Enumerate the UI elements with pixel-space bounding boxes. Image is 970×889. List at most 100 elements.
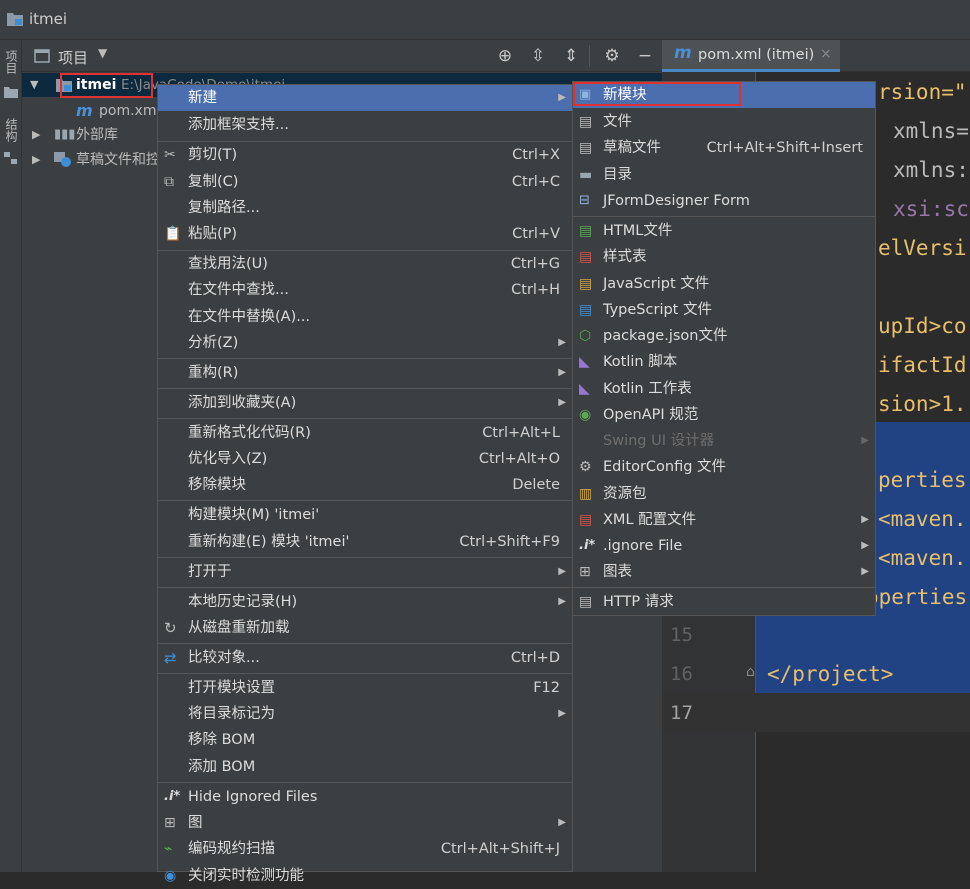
menu-item-add-framework[interactable]: 添加框架支持... [158,112,572,138]
menu-item-find-in-files[interactable]: 在文件中查找... Ctrl+H [158,277,572,303]
submenu-item-kotlin-worksheet[interactable]: ◣ Kotlin 工作表 [573,376,875,402]
submenu-item-swing-ui[interactable]: Swing UI 设计器 ▶ [573,428,875,454]
menu-item-copy-path[interactable]: 复制路径... [158,195,572,221]
line-number: 17 [670,702,693,724]
menu-item-refactor[interactable]: 重构(R) ▶ [158,360,572,386]
submenu-item-directory[interactable]: ▬ 目录 [573,162,875,188]
file-icon: ▤ [579,114,593,130]
submenu-item-file[interactable]: ▤ 文件 [573,109,875,135]
scan-icon: ⌁ [164,841,173,857]
menu-item-module-settings[interactable]: 打开模块设置 F12 [158,675,572,701]
crosshair-icon[interactable]: ⊕ [496,47,514,65]
project-folder-icon [7,13,23,26]
menu-item-optimize-imports[interactable]: 优化导入(Z) Ctrl+Alt+O [158,446,572,472]
submenu-item-javascript[interactable]: ▤ JavaScript 文件 [573,271,875,297]
submenu-item-package-json[interactable]: ⬡ package.json文件 [573,323,875,349]
minimize-icon[interactable]: − [636,47,654,65]
menu-item-add-favorites[interactable]: 添加到收藏夹(A) ▶ [158,390,572,416]
code-line: <maven. [878,546,967,570]
menu-item-open-in[interactable]: 打开于 ▶ [158,559,572,585]
menu-item-reload-from-disk[interactable]: ↻ 从磁盘重新加载 [158,615,572,641]
menu-item-remove-bom[interactable]: 移除 BOM [158,727,572,753]
submenu-item-kotlin-script[interactable]: ◣ Kotlin 脚本 [573,349,875,375]
kotlin-icon: ◣ [579,381,590,397]
menu-item-build-module[interactable]: 构建模块(M) 'itmei' [158,502,572,528]
code-line: sion>1. [878,392,967,416]
chevron-right-icon: ▶ [558,596,566,607]
menu-item-copy[interactable]: ⧉ 复制(C) Ctrl+C [158,169,572,195]
panel-title[interactable]: 项目 [58,47,88,68]
code-line: ifactId [878,353,967,377]
chevron-right-icon: ▶ [558,566,566,577]
close-icon[interactable]: × [820,46,832,62]
menu-item-paste[interactable]: 📋 粘贴(P) Ctrl+V [158,221,572,247]
openapi-icon: ◉ [579,407,592,423]
expand-all-icon[interactable]: ⇳ [529,47,547,65]
chevron-right-icon: ▶ [558,397,566,408]
html-file-icon: ▤ [579,223,593,239]
context-menu: 新建 ▶ 添加框架支持... ✂ 剪切(T) Ctrl+X ⧉ 复制(C) Ctrl+C … [157,84,573,884]
diagram-icon: ⊞ [579,564,591,580]
menu-item-cut[interactable]: ✂ 剪切(T) Ctrl+X [158,142,572,168]
chevron-right-icon[interactable]: ▶ [32,123,40,147]
menu-item-find-usages[interactable]: 查找用法(U) Ctrl+G [158,251,572,277]
kotlin-icon: ◣ [579,354,590,370]
menu-item-rebuild-module[interactable]: 重新构建(E) 模块 'itmei' Ctrl+Shift+F9 [158,529,572,555]
chevron-down-icon[interactable]: ▼ [98,46,107,60]
menu-item-local-history[interactable]: 本地历史记录(H) ▶ [158,589,572,615]
maven-icon: m [674,43,692,63]
menu-item-hide-ignored[interactable]: .i* Hide Ignored Files [158,784,572,810]
submenu-item-scratch-file[interactable]: ▤ 草稿文件 Ctrl+Alt+Shift+Insert [573,135,875,161]
submenu-item-html[interactable]: ▤ HTML文件 [573,218,875,244]
submenu-item-xml-config[interactable]: ▤ XML 配置文件 ▶ [573,507,875,533]
tab-project[interactable]: 项目 [2,50,20,74]
tab-structure[interactable]: 结构 [2,118,20,142]
gear-icon[interactable]: ⚙ [603,47,621,65]
paste-icon: 📋 [164,226,182,242]
submenu-item-http-request[interactable]: ▤ HTTP 请求 [573,589,875,615]
submenu-item-diagram[interactable]: ⊞ 图表 ▶ [573,559,875,585]
menu-item-code-scan[interactable]: ⌁ 编码规约扫描 Ctrl+Alt+Shift+J [158,836,572,862]
library-icon: ▮▮▮ [54,127,76,142]
submenu-item-openapi[interactable]: ◉ OpenAPI 规范 [573,402,875,428]
window-title: itmei [29,10,68,28]
submenu-item-editorconfig[interactable]: ⚙ EditorConfig 文件 [573,454,875,480]
chevron-right-icon: ▶ [861,566,869,577]
fold-icon[interactable]: ⌂ [746,664,755,680]
menu-item-analyze[interactable]: 分析(Z) ▶ [158,330,572,356]
submenu-item-jformdesigner[interactable]: ⊟ JFormDesigner Form [573,188,875,214]
gear-icon: ⚙ [579,459,592,475]
reload-icon: ↻ [164,619,177,637]
project-view-icon [34,49,50,63]
line-number: 15 [670,624,693,646]
chevron-down-icon[interactable]: ▼ [30,73,38,97]
chevron-right-icon[interactable]: ▶ [32,148,40,172]
submenu-item-resource-bundle[interactable]: ▥ 资源包 [573,481,875,507]
menu-item-compare-with[interactable]: ⇄ 比较对象... Ctrl+D [158,645,572,671]
menu-item-mark-directory[interactable]: 将目录标记为 ▶ [158,701,572,727]
code-line: xsi:sc [893,197,969,221]
menu-item-reformat[interactable]: 重新格式化代码(R) Ctrl+Alt+L [158,420,572,446]
menu-item-replace-in-files[interactable]: 在文件中替换(A)... [158,304,572,330]
ignore-icon: .i* [579,538,596,553]
tab-pom-xml[interactable]: m pom.xml (itmei) × [662,40,840,72]
code-line: elVersi [878,236,967,260]
code-line: <maven. [878,507,967,531]
menu-item-remove-module[interactable]: 移除模块 Delete [158,472,572,498]
editor-tab-bar: m pom.xml (itmei) × [662,40,970,72]
submenu-item-ignore-file[interactable]: .i* .ignore File ▶ [573,533,875,559]
menu-item-new[interactable]: 新建 ▶ [158,85,572,111]
resource-bundle-icon: ▥ [579,486,593,502]
menu-item-diagram[interactable]: ⊞ 图 ▶ [158,810,572,836]
chevron-right-icon: ▶ [861,514,869,525]
code-line: xmlns: [893,158,969,182]
line-number: 16 [670,663,693,685]
collapse-all-icon[interactable]: ⇕ [562,47,580,65]
menu-item-add-bom[interactable]: 添加 BOM [158,754,572,780]
structure-icon [4,152,17,164]
chevron-right-icon: ▶ [558,708,566,719]
code-line: rsion=" [878,80,967,104]
submenu-item-stylesheet[interactable]: ▤ 样式表 [573,244,875,270]
submenu-item-typescript[interactable]: ▤ TypeScript 文件 [573,297,875,323]
menu-item-disable-realtime[interactable]: ◉ 关闭实时检测功能 [158,863,572,889]
